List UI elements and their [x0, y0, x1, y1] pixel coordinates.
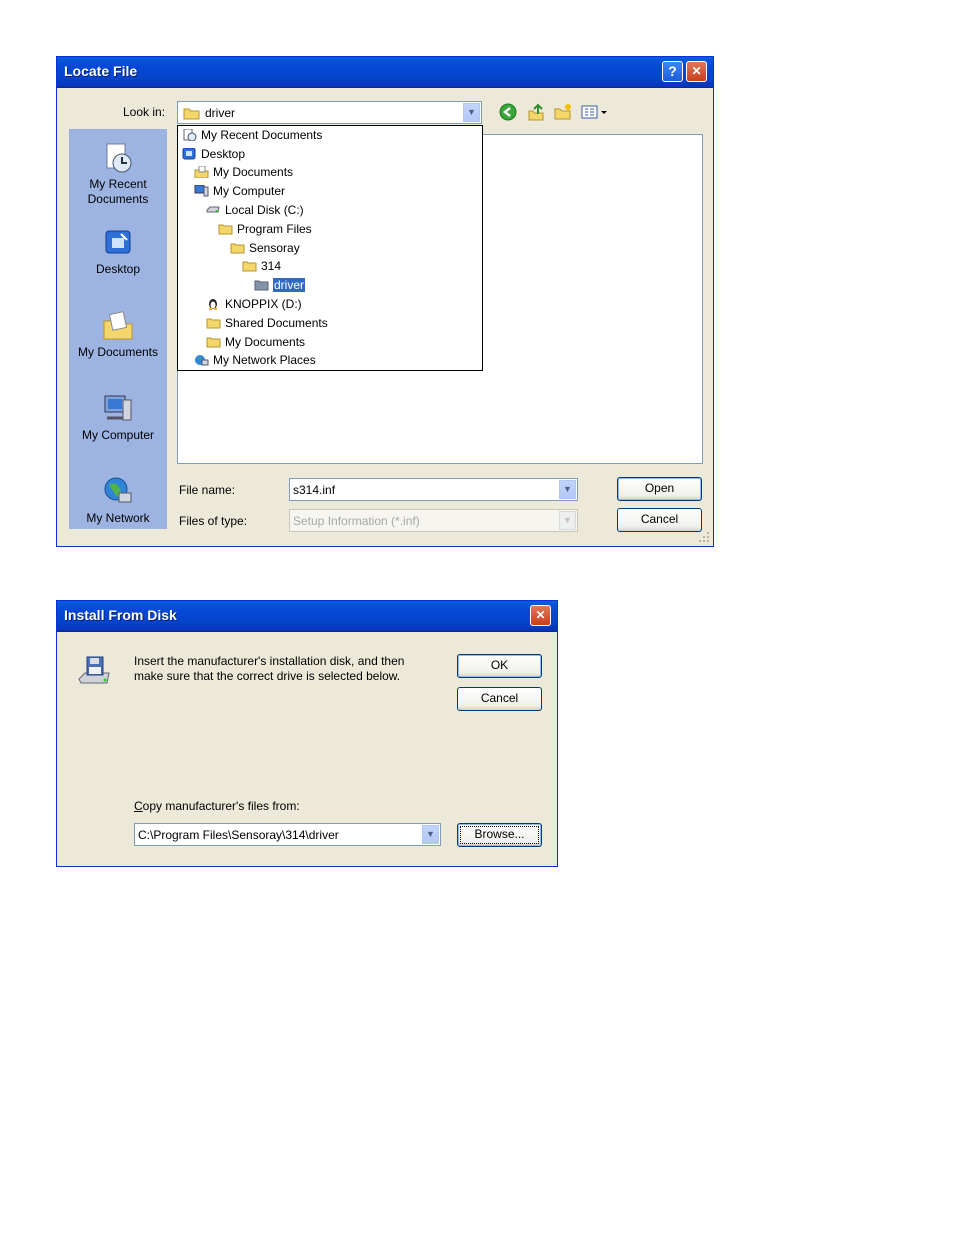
close-button[interactable]: ✕ [686, 61, 707, 82]
chevron-down-icon[interactable]: ▼ [559, 480, 576, 499]
close-button[interactable]: ✕ [530, 605, 551, 626]
path-combobox[interactable]: C:\Program Files\Sensoray\314\driver ▼ [134, 823, 441, 846]
my-documents-icon [194, 166, 209, 178]
places-bar: My Recent Documents Desktop My Documents… [69, 129, 167, 529]
open-button[interactable]: Open [617, 477, 702, 501]
lookin-combobox[interactable]: driver ▼ [177, 101, 482, 124]
recent-docs-icon [183, 129, 197, 141]
network-places-icon [195, 355, 209, 366]
desktop-icon [182, 148, 196, 160]
up-folder-icon[interactable] [527, 103, 545, 121]
message-line-1: Insert the manufacturer's installation d… [134, 654, 405, 668]
dialog-title: Install From Disk [64, 607, 177, 623]
place-recent-documents[interactable]: My Recent Documents [69, 141, 167, 207]
folder-icon [242, 261, 257, 272]
folder-open-icon [254, 280, 269, 291]
place-desktop[interactable]: Desktop [69, 226, 167, 277]
place-label: My Recent Documents [87, 177, 149, 206]
folder-icon [206, 318, 221, 329]
dropdown-item[interactable]: My Computer [194, 182, 285, 200]
locate-file-dialog: Locate File ? ✕ Look in: driver ▼ My Rec… [56, 56, 714, 547]
place-label: My Documents [77, 345, 159, 359]
linux-drive-icon [209, 299, 217, 310]
title-bar[interactable]: Locate File ? ✕ [57, 57, 713, 88]
recent-docs-icon [106, 143, 132, 173]
my-computer-icon [194, 185, 209, 197]
dropdown-item[interactable]: My Network Places [194, 351, 316, 369]
filename-label: File name: [179, 483, 236, 497]
my-computer-icon [104, 395, 132, 421]
dropdown-item[interactable]: My Recent Documents [182, 126, 322, 144]
chevron-down-icon: ▼ [559, 511, 576, 530]
dropdown-item[interactable]: Local Disk (C:) [206, 201, 304, 219]
copy-from-label: Copy manufacturer's files from: [134, 799, 300, 813]
path-value: C:\Program Files\Sensoray\314\driver [138, 828, 339, 842]
filetype-label: Files of type: [179, 514, 248, 528]
place-label: My Computer [81, 428, 155, 442]
dropdown-item[interactable]: 314 [242, 257, 281, 275]
folder-icon [206, 337, 221, 348]
chevron-down-icon[interactable]: ▼ [422, 825, 439, 844]
dropdown-item[interactable]: Shared Documents [206, 314, 328, 332]
chevron-down-icon[interactable]: ▼ [463, 103, 480, 122]
folder-icon [230, 243, 245, 254]
dropdown-item[interactable]: Desktop [182, 145, 245, 163]
browse-button[interactable]: Browse... [457, 823, 542, 847]
dropdown-item[interactable]: Sensoray [230, 239, 300, 257]
install-from-disk-dialog: Install From Disk ✕ Insert the manufactu… [56, 600, 558, 867]
place-label: Desktop [95, 262, 141, 276]
lookin-value: driver [205, 106, 236, 120]
floppy-drive-icon [78, 656, 110, 684]
view-menu-icon[interactable] [581, 103, 609, 121]
filetype-combobox: Setup Information (*.inf) ▼ [289, 509, 578, 532]
dropdown-item[interactable]: KNOPPIX (D:) [206, 295, 302, 313]
hard-disk-icon [206, 206, 220, 213]
place-my-computer[interactable]: My Computer [69, 392, 167, 443]
new-folder-icon[interactable] [554, 103, 572, 121]
place-my-network[interactable]: My Network [69, 475, 167, 526]
filetype-value: Setup Information (*.inf) [293, 514, 420, 528]
dropdown-item-selected[interactable]: driver [254, 276, 306, 294]
folder-icon [183, 108, 200, 120]
dropdown-item[interactable]: My Documents [194, 163, 293, 181]
filename-combobox[interactable]: s314.inf ▼ [289, 478, 578, 501]
cancel-button[interactable]: Cancel [617, 508, 702, 532]
desktop-icon [105, 230, 131, 254]
dropdown-item[interactable]: My Documents [206, 333, 305, 351]
back-icon[interactable] [499, 103, 517, 121]
network-icon [104, 477, 132, 503]
resize-grip-icon[interactable] [698, 531, 710, 543]
filename-value: s314.inf [293, 483, 336, 497]
folder-icon [218, 224, 233, 235]
help-button[interactable]: ? [662, 61, 683, 82]
ok-button[interactable]: OK [457, 654, 542, 678]
message-line-2: make sure that the correct drive is sele… [134, 669, 401, 683]
place-label: My Network [86, 511, 150, 525]
title-bar[interactable]: Install From Disk ✕ [57, 601, 557, 632]
cancel-button[interactable]: Cancel [457, 687, 542, 711]
dropdown-item[interactable]: Program Files [218, 220, 312, 238]
lookin-label: Look in: [123, 105, 166, 119]
place-my-documents[interactable]: My Documents [69, 309, 167, 360]
my-documents-icon [103, 311, 133, 340]
lookin-dropdown-list: My Recent Documents Desktop My Documents… [177, 125, 483, 371]
dialog-title: Locate File [64, 63, 138, 79]
